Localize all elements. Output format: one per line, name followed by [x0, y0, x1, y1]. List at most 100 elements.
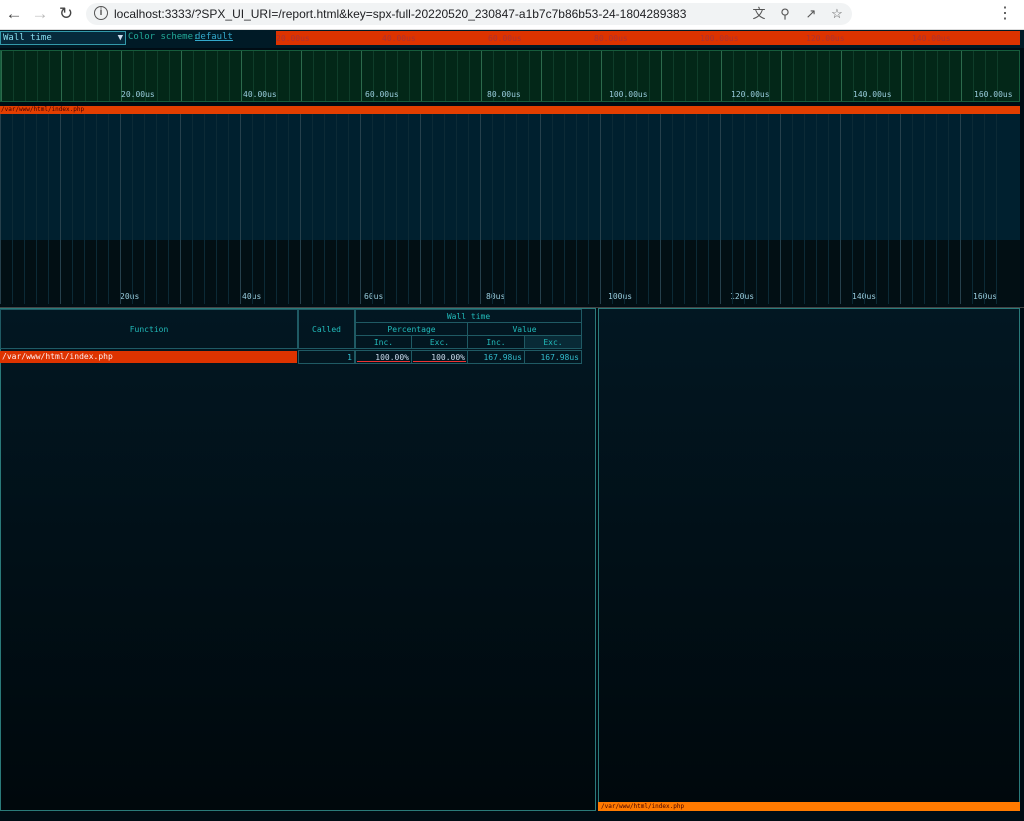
flamegraph-gridline: [840, 114, 841, 304]
flamegraph-gridline: [912, 114, 913, 304]
function-column-header[interactable]: Function: [0, 309, 298, 349]
timeline-gridline: [193, 51, 194, 101]
url-text[interactable]: localhost:3333/?SPX_UI_URI=/report.html&…: [114, 7, 686, 21]
flamegraph-tick: 60us: [364, 292, 384, 301]
timeline-gridline: [469, 51, 470, 101]
address-bar[interactable]: i localhost:3333/?SPX_UI_URI=/report.htm…: [86, 3, 852, 25]
flamegraph-gridline: [552, 114, 553, 304]
flamegraph-root-bar[interactable]: [0, 106, 1020, 114]
overview-tick: 140.00us: [912, 34, 951, 43]
menu-icon[interactable]: ⋮: [996, 4, 1014, 24]
metric-select-value: Wall time: [3, 33, 52, 43]
timeline-gridline: [721, 51, 722, 101]
flamegraph-gridline: [864, 114, 865, 304]
flamegraph-gridline: [168, 114, 169, 304]
wall-time-group-header: Wall time: [355, 309, 582, 323]
timeline-gridline: [901, 51, 902, 101]
flamegraph-gridline: [636, 114, 637, 304]
timeline-gridline: [205, 51, 206, 101]
timeline-gridline: [337, 51, 338, 101]
flamegraph-gridline: [480, 114, 481, 304]
share-icon[interactable]: ↗: [802, 5, 820, 23]
timeline-gridline: [937, 51, 938, 101]
flamegraph-gridline: [12, 114, 13, 304]
overview-bar[interactable]: 20.00us 40.00us 60.00us 80.00us 100.00us…: [276, 31, 1020, 45]
flamegraph-gridline: [180, 114, 181, 304]
function-cell[interactable]: /var/www/html/index.php: [0, 351, 297, 363]
flamegraph-gridline: [708, 114, 709, 304]
flamegraph-gridline: [468, 114, 469, 304]
pct-inc-column-header[interactable]: Inc.: [355, 335, 412, 349]
flamegraph-gridline: [648, 114, 649, 304]
flamegraph-gridline: [408, 114, 409, 304]
flamegraph-gridline: [372, 114, 373, 304]
color-scheme-label: Color scheme:: [128, 32, 199, 42]
flamegraph-gridline: [252, 114, 253, 304]
flamegraph-gridline: [936, 114, 937, 304]
flamegraph-gridline: [624, 114, 625, 304]
translate-icon[interactable]: 文: [750, 5, 768, 23]
timeline-gridline: [577, 51, 578, 101]
flamegraph-gridline: [120, 114, 121, 304]
pct-exc-bar: [413, 361, 466, 362]
flamegraph-gridline: [0, 114, 1, 304]
timeline-gridline: [673, 51, 674, 101]
value-group-header: Value: [467, 322, 582, 336]
overview-tick: 40.00us: [382, 34, 416, 43]
zoom-icon[interactable]: ⚲: [776, 5, 794, 23]
timeline-gridline: [361, 51, 362, 101]
flamegraph-gridline: [564, 114, 565, 304]
flamegraph-tick: 160us: [973, 292, 998, 301]
flamegraph-gridline: [444, 114, 445, 304]
flamegraph-gridline: [84, 114, 85, 304]
forward-icon[interactable]: →: [29, 3, 51, 25]
timeline-panel[interactable]: 20.00us 40.00us 60.00us 80.00us 100.00us…: [0, 50, 1020, 102]
flamegraph-gridline: [780, 114, 781, 304]
flat-profile-side-panel: [598, 308, 1020, 811]
metric-select[interactable]: Wall time ▼: [0, 31, 126, 45]
timeline-tick: 80.00us: [487, 90, 521, 99]
val-inc-cell: 167.98us: [467, 350, 525, 364]
spx-report-app: Wall time ▼ Color scheme: default 20.00u…: [0, 30, 1024, 821]
overview-tick: 60.00us: [488, 34, 522, 43]
timeline-gridline: [817, 51, 818, 101]
called-column-header[interactable]: Called: [298, 309, 355, 349]
timeline-gridline: [37, 51, 38, 101]
val-inc-column-header[interactable]: Inc.: [467, 335, 525, 349]
flamegraph-gridline: [756, 114, 757, 304]
timeline-tick: 20.00us: [121, 90, 155, 99]
flamegraph-gridline: [48, 114, 49, 304]
timeline-gridline: [241, 51, 242, 101]
info-icon[interactable]: i: [94, 6, 108, 20]
flamegraph-gridline: [24, 114, 25, 304]
timeline-gridline: [49, 51, 50, 101]
timeline-tick: 40.00us: [243, 90, 277, 99]
flamegraph-gridline: [300, 114, 301, 304]
browser-toolbar: ← → ↻ i localhost:3333/?SPX_UI_URI=/repo…: [0, 0, 1024, 30]
flamegraph-gridline: [456, 114, 457, 304]
flamegraph-gridline: [792, 114, 793, 304]
back-icon[interactable]: ←: [3, 3, 25, 25]
flamegraph-gridline: [420, 114, 421, 304]
timeline-gridline: [109, 51, 110, 101]
reload-icon[interactable]: ↻: [55, 3, 77, 25]
star-icon[interactable]: ☆: [828, 5, 846, 23]
flamegraph-gridline: [492, 114, 493, 304]
flamegraph-gridline: [900, 114, 901, 304]
flamegraph-gridline: [36, 114, 37, 304]
flamegraph-gridline: [396, 114, 397, 304]
pct-exc-column-header[interactable]: Exc.: [411, 335, 468, 349]
timeline-gridline: [73, 51, 74, 101]
val-exc-column-header[interactable]: Exc.: [524, 335, 582, 349]
flamegraph-area[interactable]: [0, 114, 1020, 240]
flamegraph-gridline: [600, 114, 601, 304]
color-scheme-link[interactable]: default: [195, 32, 233, 42]
timeline-gridline: [1, 51, 2, 101]
flamegraph-gridline: [660, 114, 661, 304]
flamegraph-gridline: [336, 114, 337, 304]
timeline-gridline: [277, 51, 278, 101]
timeline-gridline: [541, 51, 542, 101]
flamegraph-gridline: [516, 114, 517, 304]
timeline-tick: 160.00us: [974, 90, 1013, 99]
flamegraph-gridline: [720, 114, 721, 304]
